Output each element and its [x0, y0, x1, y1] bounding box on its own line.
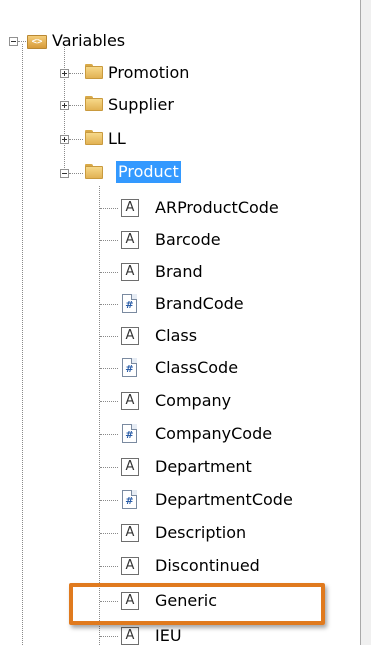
text-variable-icon: A: [121, 557, 139, 575]
expand-toggle-icon[interactable]: [60, 101, 69, 110]
tree-node-label[interactable]: Variables: [50, 30, 127, 52]
tree-node-label[interactable]: Promotion: [106, 62, 191, 84]
number-variable-icon: #: [122, 294, 138, 313]
tree-connector: [100, 636, 118, 637]
folder-icon: [85, 164, 103, 179]
highlight-callout-box: [69, 583, 325, 625]
folder-icon: [85, 96, 103, 111]
tree-connector: [100, 208, 118, 209]
text-variable-icon: A: [121, 627, 139, 645]
tree-connector: [69, 73, 83, 74]
variable-label[interactable]: ClassCode: [153, 357, 240, 379]
variables-tree-panel: <> Variables Promotion Supplier LL Produ…: [0, 0, 361, 645]
expand-toggle-icon[interactable]: [60, 135, 69, 144]
tree-node-label-selected[interactable]: Product: [116, 161, 181, 183]
tree-connector: [100, 272, 118, 273]
text-variable-icon: A: [121, 524, 139, 542]
tree-guide-line: [99, 186, 100, 645]
variable-label[interactable]: DepartmentCode: [153, 489, 295, 511]
text-variable-icon: A: [121, 263, 139, 281]
tree-connector: [69, 139, 83, 140]
expand-toggle-icon[interactable]: [60, 69, 69, 78]
tree-connector: [100, 500, 118, 501]
number-variable-icon: #: [122, 490, 138, 509]
tree-connector: [100, 467, 118, 468]
tree-connector: [100, 533, 118, 534]
variables-folder-icon: <>: [27, 35, 47, 49]
folder-icon: [85, 130, 103, 145]
variable-label[interactable]: CompanyCode: [153, 423, 274, 445]
tree-connector: [100, 434, 118, 435]
tree-connector: [100, 368, 118, 369]
variable-label[interactable]: BrandCode: [153, 293, 246, 315]
variable-label[interactable]: Department: [153, 456, 254, 478]
text-variable-icon: A: [121, 231, 139, 249]
tree-connector: [100, 240, 118, 241]
tree-connector: [69, 173, 83, 174]
tree-node-label[interactable]: LL: [106, 128, 128, 150]
tree-connector: [18, 41, 26, 42]
variable-label[interactable]: Discontinued: [153, 555, 262, 577]
collapse-toggle-icon[interactable]: [60, 169, 69, 178]
variable-label[interactable]: ARProductCode: [153, 197, 281, 219]
tree-connector: [100, 401, 118, 402]
text-variable-icon: A: [121, 392, 139, 410]
variable-label[interactable]: Class: [153, 325, 199, 347]
text-variable-icon: A: [121, 199, 139, 217]
folder-icon: [85, 64, 103, 79]
variable-label[interactable]: Company: [153, 390, 233, 412]
variable-label[interactable]: IEU: [153, 625, 184, 645]
collapse-toggle-icon[interactable]: [9, 37, 18, 46]
tree-connector: [100, 566, 118, 567]
number-variable-icon: #: [122, 424, 138, 443]
text-variable-icon: A: [121, 458, 139, 476]
tree-node-label[interactable]: Supplier: [106, 94, 176, 116]
text-variable-icon: A: [121, 327, 139, 345]
tree-connector: [100, 336, 118, 337]
tree-connector: [69, 105, 83, 106]
tree-connector: [100, 304, 118, 305]
variable-label[interactable]: Barcode: [153, 229, 223, 251]
variable-label[interactable]: Brand: [153, 261, 205, 283]
number-variable-icon: #: [122, 358, 138, 377]
variable-label[interactable]: Description: [153, 522, 248, 544]
tree-guide-line: [22, 44, 23, 645]
